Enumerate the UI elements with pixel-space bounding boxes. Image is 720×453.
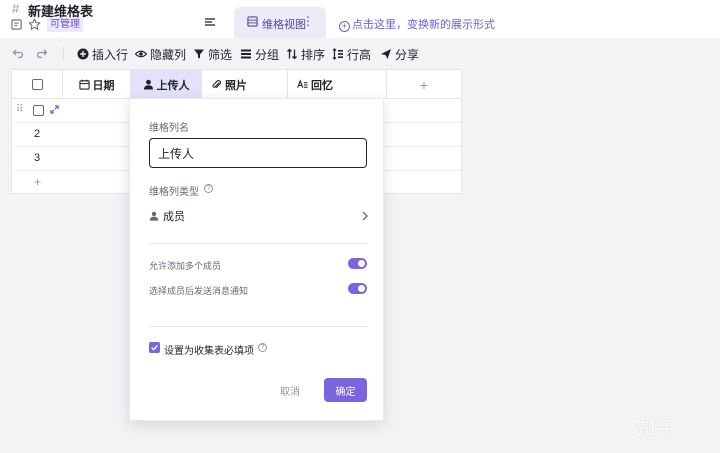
column-header-label: 上传人 — [156, 79, 190, 92]
filter-label: 筛选 — [208, 47, 233, 62]
plus-circle-icon — [77, 48, 89, 60]
toolbar: 插入行 隐藏列 筛选 分组 排序 行高 分享 — [0, 38, 720, 68]
filter-button[interactable]: 筛选 — [193, 46, 232, 62]
grid-header-row: 日期 上传人 照片 回忆 + — [12, 70, 461, 99]
chevron-right-icon — [362, 211, 368, 221]
add-view-icon: + — [339, 21, 350, 32]
view-tab-label: 维格视图 — [262, 19, 306, 31]
field-settings-popup: 维格列名 维格列类型 ? 成员 允许添加多个成员 选择成员后发送消息通知 设置为… — [129, 98, 384, 421]
filter-icon — [194, 49, 204, 59]
column-header-label: 回忆 — [311, 79, 333, 92]
column-header-label: 日期 — [92, 79, 115, 92]
group-label: 分组 — [255, 47, 280, 62]
zhihu-watermark: 知乎 — [636, 419, 679, 440]
hide-columns-label: 隐藏列 — [150, 47, 187, 62]
add-row-button[interactable]: + — [34, 175, 41, 189]
field-name-label: 维格列名 — [149, 123, 189, 134]
redo-icon[interactable] — [36, 47, 48, 59]
view-more-icon[interactable]: ⋮ — [302, 14, 314, 28]
confirm-button[interactable]: 确定 — [324, 378, 367, 402]
drag-handle-icon[interactable]: ⠿ — [16, 104, 23, 115]
sort-label: 排序 — [301, 47, 326, 62]
hash-icon: # — [12, 1, 20, 16]
row-height-button[interactable]: 行高 — [332, 46, 371, 62]
help-icon[interactable]: ? — [258, 343, 267, 352]
select-all-cell — [12, 70, 63, 99]
checkmark-icon — [151, 344, 158, 351]
star-icon[interactable] — [28, 18, 41, 31]
share-button[interactable]: 分享 — [380, 46, 419, 62]
group-button[interactable]: 分组 — [240, 46, 279, 62]
required-label: 设置为收集表必填项 — [164, 346, 254, 357]
cancel-button[interactable]: 取消 — [280, 383, 300, 398]
row-number: 2 — [34, 128, 41, 140]
add-column-button[interactable]: + — [387, 70, 461, 99]
attachment-icon — [212, 80, 221, 89]
calendar-icon — [78, 79, 90, 90]
field-type-value: 成员 — [163, 211, 185, 223]
hide-columns-button[interactable]: 隐藏列 — [135, 46, 186, 62]
help-icon[interactable]: ? — [204, 184, 213, 193]
tab-grid-view[interactable]: 维格视图 ⋮ — [234, 7, 326, 38]
eye-icon — [135, 50, 147, 58]
row-height-icon — [332, 48, 343, 60]
member-icon — [149, 211, 159, 221]
document-info-icon[interactable] — [11, 19, 22, 30]
switch-view-hint[interactable]: + 点击这里，变换新的展示形式 — [339, 16, 495, 32]
permission-badge: 可管理 — [47, 18, 83, 32]
expand-row-icon[interactable] — [50, 105, 59, 114]
column-header-photo[interactable]: 照片 — [202, 70, 288, 99]
field-name-input[interactable] — [149, 138, 367, 168]
sort-button[interactable]: 排序 — [286, 46, 325, 62]
row-height-label: 行高 — [347, 47, 372, 62]
field-type-label: 维格列类型 — [149, 187, 199, 198]
column-header-date[interactable]: 日期 — [63, 70, 131, 99]
app-header: # 新建维格表 可管理 维格视图 ⋮ + 点击这里，变换新的展示形式 — [0, 0, 720, 38]
notify-label: 选择成员后发送消息通知 — [149, 286, 249, 296]
select-all-checkbox[interactable] — [31, 79, 43, 90]
divider — [149, 326, 367, 327]
share-label: 分享 — [395, 47, 420, 62]
group-icon — [241, 49, 251, 59]
person-icon — [143, 79, 153, 90]
required-checkbox[interactable] — [149, 342, 160, 353]
column-header-label: 照片 — [225, 79, 247, 92]
divider — [149, 243, 367, 244]
insert-row-label: 插入行 — [92, 47, 129, 62]
sort-icon — [287, 48, 297, 60]
grid-view-icon — [247, 16, 258, 27]
column-header-uploader[interactable]: 上传人 — [131, 70, 202, 99]
switch-view-hint-label: 点击这里，变换新的展示形式 — [352, 19, 495, 31]
toolbar-divider — [63, 47, 64, 60]
share-icon — [381, 49, 391, 59]
column-header-memory[interactable]: 回忆 — [288, 70, 387, 99]
row-checkbox[interactable] — [33, 105, 44, 116]
field-type-select[interactable]: 成员 — [149, 206, 369, 226]
menu-icon[interactable] — [204, 16, 216, 28]
undo-icon[interactable] — [12, 47, 24, 59]
allow-multiple-toggle[interactable] — [348, 258, 367, 269]
allow-multiple-label: 允许添加多个成员 — [149, 261, 222, 271]
notify-toggle[interactable] — [348, 283, 367, 294]
row-number: 3 — [34, 152, 41, 164]
text-icon — [297, 79, 308, 88]
insert-row-button[interactable]: 插入行 — [77, 46, 128, 62]
